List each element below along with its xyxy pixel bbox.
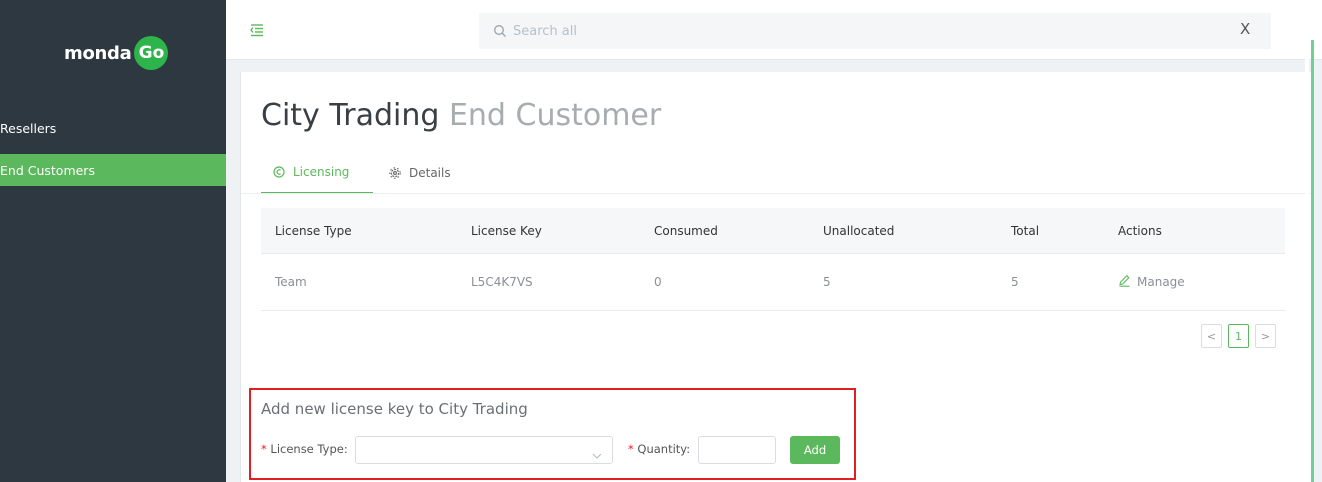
- customer-panel: City Trading End Customer Licensing Deta…: [240, 72, 1315, 482]
- sidebar-item-resellers[interactable]: Resellers: [0, 112, 226, 144]
- column-header: Actions: [1118, 223, 1162, 238]
- pagination: < 1 >: [1201, 324, 1276, 348]
- page-title: City Trading End Customer: [261, 98, 661, 133]
- tab-label: Licensing: [293, 165, 350, 179]
- consumed-cell: 0: [654, 275, 662, 289]
- quantity-input[interactable]: [698, 436, 776, 464]
- add-button[interactable]: Add: [790, 436, 840, 464]
- required-mark: *: [261, 442, 267, 456]
- top-bar: X: [226, 0, 1322, 60]
- add-license-title: Add new license key to City Trading: [261, 400, 528, 418]
- tab-details[interactable]: Details: [389, 152, 451, 194]
- search-box: [479, 13, 1271, 49]
- chevron-down-icon: [592, 446, 602, 459]
- license-icon: [273, 166, 285, 178]
- manage-label: Manage: [1137, 275, 1185, 289]
- column-header: Consumed: [654, 223, 718, 238]
- brand-logo[interactable]: monda Go: [64, 36, 169, 70]
- search-icon: [493, 23, 507, 37]
- quantity-label: * Quantity:: [628, 442, 691, 456]
- edit-icon: [1118, 274, 1131, 290]
- manage-link[interactable]: Manage: [1118, 274, 1185, 290]
- search-input[interactable]: [513, 13, 1113, 49]
- quantity-label-text: Quantity: [637, 442, 687, 456]
- column-header: License Key: [471, 223, 542, 238]
- license-type-select[interactable]: [355, 436, 613, 464]
- table-row: Team L5C4K7VS 0 5 5 Manage: [261, 254, 1285, 311]
- tab-divider: [241, 193, 1315, 194]
- column-header: License Type: [275, 223, 352, 238]
- prev-page-button[interactable]: <: [1201, 324, 1222, 348]
- main-content: X City Trading End Customer Licensing: [226, 0, 1322, 482]
- license-table: License Type License Key Consumed Unallo…: [261, 208, 1285, 311]
- tab-licensing[interactable]: Licensing: [261, 152, 373, 194]
- total-cell: 5: [1011, 275, 1019, 289]
- sidebar-item-label: Resellers: [0, 120, 57, 136]
- license-type-label: * License Type:: [261, 442, 348, 456]
- license-type-cell: Team: [275, 275, 307, 289]
- page-title-customer: City Trading: [261, 98, 440, 133]
- brand-badge: Go: [134, 36, 169, 70]
- brand-name: monda: [64, 42, 132, 64]
- unallocated-cell: 5: [823, 275, 831, 289]
- sidebar: monda Go Resellers End Customers: [0, 0, 226, 482]
- sidebar-item-label: End Customers: [0, 162, 95, 178]
- add-license-form: Add new license key to City Trading * Li…: [249, 388, 856, 480]
- column-header: Unallocated: [823, 223, 895, 238]
- license-type-label-text: License Type: [270, 442, 344, 456]
- decoration-edge: [1311, 40, 1314, 482]
- sidebar-item-end-customers[interactable]: End Customers: [0, 154, 226, 186]
- menu-toggle-icon[interactable]: [250, 22, 264, 37]
- required-mark: *: [628, 442, 634, 456]
- gear-icon: [389, 167, 401, 179]
- tab-label: Details: [409, 166, 451, 180]
- close-button[interactable]: X: [1240, 20, 1250, 38]
- table-header: License Type License Key Consumed Unallo…: [261, 208, 1285, 254]
- decoration-edge-inner: [1305, 48, 1309, 482]
- next-page-button[interactable]: >: [1255, 324, 1276, 348]
- column-header: Total: [1011, 223, 1040, 238]
- page-button-current[interactable]: 1: [1228, 324, 1249, 348]
- page-title-type: End Customer: [448, 98, 662, 133]
- license-key-cell: L5C4K7VS: [471, 275, 533, 289]
